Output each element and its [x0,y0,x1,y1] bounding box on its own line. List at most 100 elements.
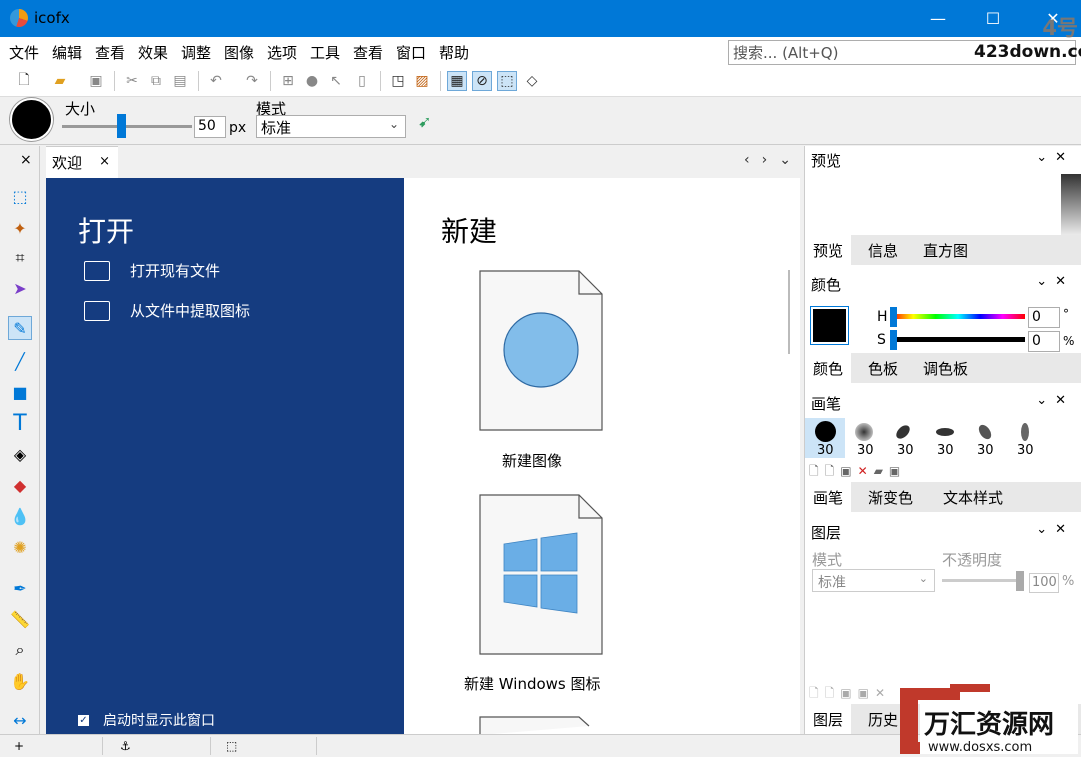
cursor-template-icon[interactable]: ↖ [326,71,346,91]
size-slider-thumb[interactable] [116,114,126,138]
soft-brush-icon[interactable] [855,423,873,441]
primary-color-swatch[interactable] [811,307,848,344]
menu-window[interactable]: 窗口 [396,42,426,63]
rectangle-icon[interactable]: ■ [8,380,32,404]
checkerboard-icon[interactable]: ▦ [447,71,467,91]
panel-controls[interactable]: ⌄✕ [1036,393,1074,408]
tab-gradient[interactable]: 渐变色 [860,482,921,512]
thin-brush-icon[interactable] [1021,423,1029,441]
panel-controls[interactable]: ⌄✕ [1036,150,1074,165]
tab-histogram[interactable]: 直方图 [915,235,976,265]
mode-select[interactable]: 标准 ⌄ [256,115,406,138]
menu-help[interactable]: 帮助 [439,42,469,63]
selection-grid-icon[interactable]: ⬚ [497,71,517,91]
close-tab-icon[interactable]: × [99,154,110,169]
eraser-icon[interactable]: ◆ [8,473,32,497]
menu-adjust[interactable]: 调整 [181,42,211,63]
zoom-icon[interactable]: ⌕ [8,638,32,662]
menu-image[interactable]: 图像 [224,42,254,63]
tab-navigation[interactable]: ‹›⌄ [744,152,803,168]
open-existing-file-link[interactable]: 打开现有文件 [84,260,220,281]
tab-layers[interactable]: 图层 [805,704,852,734]
new-image-label[interactable]: 新建图像 [502,450,562,471]
checkbox-checked-icon[interactable]: ✓ [78,714,89,726]
ruler-icon[interactable]: 📏 [8,607,32,631]
tab-info[interactable]: 信息 [860,235,906,265]
tab-preview[interactable]: 预览 [805,235,852,265]
minimize-button[interactable]: — [915,0,961,37]
fill-bucket-icon[interactable]: ◈ [8,442,32,466]
show-on-startup[interactable]: ✓ 启动时显示此窗口 [78,710,215,730]
saturation-slider[interactable] [891,337,1025,342]
hue-slider-thumb[interactable] [890,307,897,327]
apple-icon-template[interactable]: ● [302,71,322,91]
new-windows-icon-label[interactable]: 新建 Windows 图标 [464,673,601,694]
hide-background-icon[interactable]: ⊘ [472,71,492,91]
open-folder-icon[interactable]: ▰ [50,71,70,91]
new-image-icon[interactable]: ◳ [388,71,408,91]
panel-controls[interactable]: ⌄✕ [1036,274,1074,289]
welcome-scrollbar[interactable] [788,270,790,354]
menu-file[interactable]: 文件 [9,42,39,63]
tab-welcome[interactable]: 欢迎 × [46,146,118,178]
app-logo-icon [10,9,28,27]
new-image-card[interactable] [479,270,603,431]
windows-icon-template[interactable]: ⊞ [278,71,298,91]
undo-icon[interactable]: ↶ [206,71,226,91]
crop-icon[interactable]: ⌗ [8,246,32,270]
brush-color-swatch[interactable] [10,98,53,141]
layer-opacity-input[interactable]: 100 [1029,573,1059,593]
menu-edit[interactable]: 编辑 [52,42,82,63]
mobile-template-icon[interactable]: ▯ [352,71,372,91]
eyedropper-icon[interactable]: ✒ [8,576,32,600]
save-icon[interactable]: ▣ [86,71,106,91]
layer-opacity-thumb[interactable] [1016,571,1024,591]
magic-wand-icon[interactable]: ✦ [8,216,32,240]
hue-slider[interactable] [891,314,1025,319]
light-bulb-icon[interactable]: ✺ [8,535,32,559]
panel-controls[interactable]: ⌄✕ [1036,522,1074,537]
tab-brush[interactable]: 画笔 [805,482,852,512]
tools-close-icon[interactable]: × [20,152,32,168]
paste-icon[interactable]: ▤ [170,71,190,91]
new-file-card-partial[interactable] [479,716,603,734]
brush-icon[interactable]: ✎ [8,316,32,340]
extract-icon-link[interactable]: 从文件中提取图标 [84,300,250,321]
cut-icon[interactable]: ✂ [122,71,142,91]
brush-actions-icons[interactable]: 🗋🗋▣✕▰▣ [809,462,906,483]
new-windows-icon-card[interactable] [479,494,603,655]
redo-icon[interactable]: ↷ [242,71,262,91]
tab-text-style[interactable]: 文本样式 [935,482,1011,512]
tilt-brush-icon[interactable] [976,422,994,442]
marquee-select-icon[interactable]: ⬚ [8,184,32,208]
layers-toggle-icon[interactable]: ◇ [522,71,542,91]
hand-icon[interactable]: ✋ [8,669,32,693]
layer-opacity-slider[interactable] [942,579,1022,582]
menu-options[interactable]: 选项 [267,42,297,63]
size-input[interactable]: 50 [194,116,226,138]
image-folder-icon[interactable]: ▨ [412,71,432,91]
menu-view[interactable]: 查看 [95,42,125,63]
menu-effects[interactable]: 效果 [138,42,168,63]
size-slider-track[interactable] [62,125,192,128]
tab-swatches[interactable]: 色板 [860,353,906,383]
angled-brush-icon[interactable] [893,422,913,442]
saturation-slider-thumb[interactable] [890,330,897,350]
blur-drop-icon[interactable]: 💧 [8,504,32,528]
resize-arrows-icon[interactable]: ↔ [8,708,32,732]
tab-color[interactable]: 颜色 [805,353,852,383]
move-icon[interactable]: ➤ [8,276,32,300]
layer-actions-icons[interactable]: 🗋🗋▣▣✕ [809,684,891,705]
copy-icon[interactable]: ⧉ [146,71,166,91]
saturation-input[interactable]: 0 [1028,331,1060,352]
layer-mode-select[interactable]: 标准 ⌄ [812,569,935,592]
text-icon[interactable]: T [8,411,32,436]
tab-palette[interactable]: 调色板 [915,353,976,383]
flat-brush-icon[interactable] [936,428,954,436]
menu-tools[interactable]: 工具 [310,42,340,63]
pin-icon[interactable]: ➹ [418,112,438,132]
hue-input[interactable]: 0 [1028,307,1060,328]
line-icon[interactable]: ╱ [8,349,32,373]
new-file-icon[interactable]: 🗋 [14,71,34,91]
menu-view-2[interactable]: 查看 [353,42,383,63]
